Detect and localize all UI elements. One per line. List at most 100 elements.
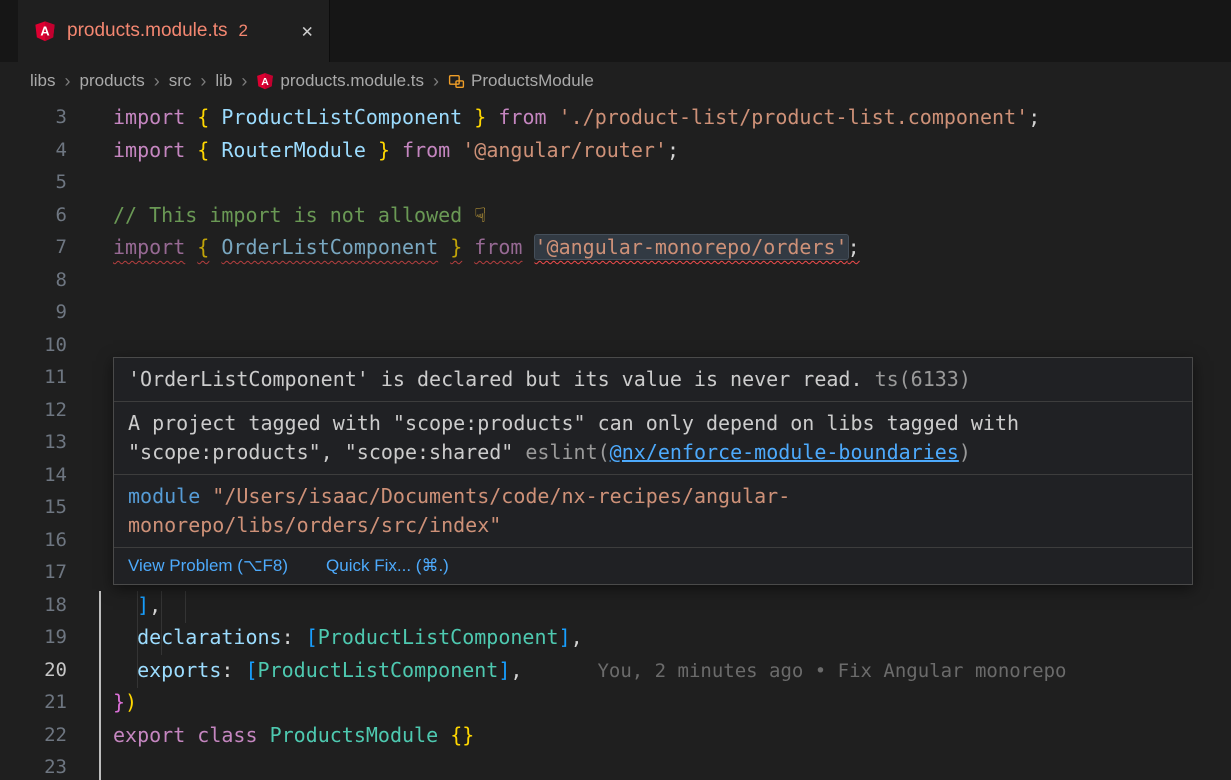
code-line-content [67, 361, 113, 394]
line-number[interactable]: 9 [0, 296, 67, 329]
module-keyword: module [128, 484, 200, 508]
code-line[interactable]: 20 exports: [ProductListComponent],You, … [0, 654, 1231, 687]
line-number[interactable]: 18 [0, 589, 67, 622]
breadcrumb-label: products [80, 71, 145, 91]
hover-popup: 'OrderListComponent' is declared but its… [113, 357, 1193, 585]
breadcrumb-separator: › [241, 71, 247, 92]
git-blame-annotation: You, 2 minutes ago • Fix Angular monorep… [597, 660, 1066, 682]
angular-icon: A [256, 72, 274, 90]
module-path-line2: monorepo/libs/orders/src/index" [128, 513, 501, 537]
vscode-window: A products.module.ts 2 ✕ libs › products › s… [0, 0, 1231, 780]
code-line-content [67, 426, 113, 459]
view-problem-action[interactable]: View Problem (⌥F8) [128, 556, 288, 576]
indent-guide [185, 591, 186, 623]
line-number[interactable]: 4 [0, 134, 67, 167]
svg-text:A: A [40, 24, 49, 39]
code-line-content: // This import is not allowed ☟ [67, 199, 486, 232]
breadcrumb-label: lib [215, 71, 232, 91]
code-line-content [67, 751, 113, 780]
line-number[interactable]: 12 [0, 394, 67, 427]
eslint-message-line2: "scope:products", "scope:shared" [128, 440, 513, 464]
hover-actions: View Problem (⌥F8) Quick Fix... (⌘.) [114, 548, 1192, 584]
line-number[interactable]: 6 [0, 199, 67, 232]
line-number[interactable]: 8 [0, 264, 67, 297]
tab-title: products.module.ts [67, 20, 228, 42]
svg-text:A: A [262, 76, 270, 88]
line-number[interactable]: 20 [0, 654, 67, 687]
eslint-rule-link[interactable]: @nx/enforce-module-boundaries [610, 440, 959, 464]
breadcrumb-separator: › [433, 71, 439, 92]
git-change-gutter-indicator [99, 591, 101, 780]
breadcrumb-item-products-module-ts[interactable]: Aproducts.module.ts [256, 71, 424, 91]
line-number[interactable]: 19 [0, 621, 67, 654]
line-number[interactable]: 22 [0, 719, 67, 752]
close-icon[interactable]: ✕ [302, 22, 313, 41]
line-number[interactable]: 11 [0, 361, 67, 394]
code-line[interactable]: 6// This import is not allowed ☟ [0, 199, 1231, 232]
ts-diagnostic-message: 'OrderListComponent' is declared but its… [128, 367, 863, 391]
line-number[interactable]: 14 [0, 459, 67, 492]
tab-products-module[interactable]: A products.module.ts 2 ✕ [18, 0, 330, 62]
ts-diagnostic-code: ts(6133) [875, 367, 971, 391]
code-line-content [67, 394, 113, 427]
code-line-content [67, 329, 113, 362]
breadcrumb-item-products[interactable]: products [80, 71, 145, 91]
breadcrumb-label: products.module.ts [280, 71, 424, 91]
eslint-source-suffix: ) [959, 440, 971, 464]
code-line[interactable]: 5 [0, 166, 1231, 199]
code-line-content: import { ProductListComponent } from './… [67, 101, 1040, 134]
code-line[interactable]: 8 [0, 264, 1231, 297]
code-line-content [67, 459, 113, 492]
code-line-content: export class ProductsModule {} [67, 719, 474, 752]
code-line[interactable]: 19 declarations: [ProductListComponent], [0, 621, 1231, 654]
line-number[interactable]: 21 [0, 686, 67, 719]
code-line-content: import { RouterModule } from '@angular/r… [67, 134, 679, 167]
code-line[interactable]: 3import { ProductListComponent } from '.… [0, 101, 1231, 134]
line-number[interactable]: 16 [0, 524, 67, 557]
line-number[interactable]: 15 [0, 491, 67, 524]
quick-fix-action[interactable]: Quick Fix... (⌘.) [326, 556, 449, 576]
code-line-content: }) [67, 686, 137, 719]
code-line-content [67, 166, 113, 199]
code-line-content: ], [67, 589, 161, 622]
breadcrumb-item-src[interactable]: src [169, 71, 192, 91]
code-line-content: declarations: [ProductListComponent], [67, 621, 583, 654]
code-line[interactable]: 22export class ProductsModule {} [0, 719, 1231, 752]
code-line[interactable]: 7 import { OrderListComponent } from '@an… [0, 231, 1231, 264]
code-line-content: exports: [ProductListComponent],You, 2 m… [67, 654, 1066, 687]
breadcrumb-item-libs[interactable]: libs [30, 71, 56, 91]
code-line-content [67, 264, 113, 297]
breadcrumb-item-productsmodule[interactable]: ProductsModule [448, 71, 594, 91]
angular-icon: A [34, 20, 56, 42]
line-number[interactable]: 3 [0, 101, 67, 134]
code-line[interactable]: 9 [0, 296, 1231, 329]
breadcrumb: libs › products › src › lib › Aproducts.module.t… [0, 62, 1231, 100]
breadcrumb-label: ProductsModule [471, 71, 594, 91]
code-line[interactable]: 4import { RouterModule } from '@angular/… [0, 134, 1231, 167]
breadcrumb-item-lib[interactable]: lib [215, 71, 232, 91]
module-path-line1: "/Users/isaac/Documents/code/nx-recipes/… [212, 484, 790, 508]
line-number[interactable]: 13 [0, 426, 67, 459]
line-number[interactable]: 10 [0, 329, 67, 362]
editor-tab-bar: A products.module.ts 2 ✕ [0, 0, 1231, 62]
indent-guide [161, 591, 162, 655]
code-line[interactable]: 21}) [0, 686, 1231, 719]
error-squiggle: import { OrderListComponent } from '@ang… [113, 235, 860, 259]
line-number[interactable]: 7 [0, 231, 67, 264]
code-line[interactable]: 23 [0, 751, 1231, 780]
breadcrumb-separator: › [200, 71, 206, 92]
breadcrumb-separator: › [65, 71, 71, 92]
line-number[interactable]: 17 [0, 556, 67, 589]
code-editor[interactable]: 3import { ProductListComponent } from '.… [0, 100, 1231, 780]
breadcrumb-label: src [169, 71, 192, 91]
line-number[interactable]: 5 [0, 166, 67, 199]
code-line-content [67, 296, 113, 329]
hover-eslint-diagnostic: A project tagged with "scope:products" c… [114, 402, 1192, 475]
tab-problems-badge: 2 [239, 21, 248, 41]
indent-guide [137, 591, 138, 688]
class-symbol-icon [448, 73, 465, 90]
code-line-content: import { OrderListComponent } from '@ang… [67, 231, 860, 264]
breadcrumb-separator: › [154, 71, 160, 92]
breadcrumb-label: libs [30, 71, 56, 91]
line-number[interactable]: 23 [0, 751, 67, 780]
